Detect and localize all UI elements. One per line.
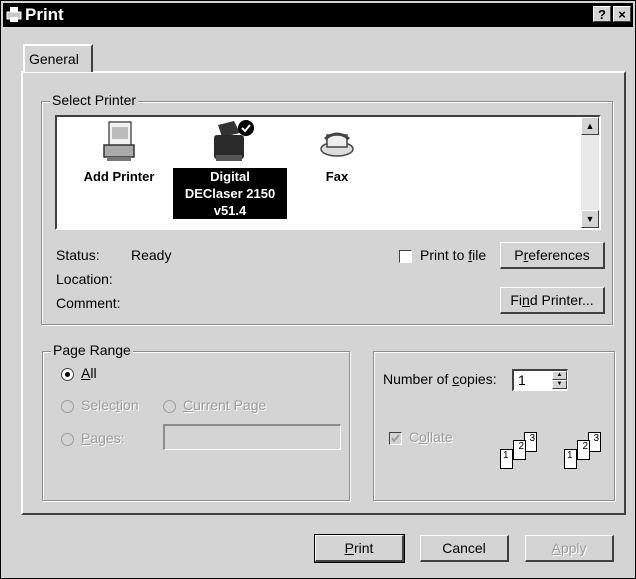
selection-radio[interactable] <box>61 400 74 413</box>
checkmark-icon <box>391 434 400 443</box>
cancel-button[interactable]: Cancel <box>420 535 509 562</box>
selection-radio-label[interactable]: Selection <box>81 397 139 413</box>
title-bar[interactable]: Print ? × <box>3 3 633 27</box>
print-to-file-label[interactable]: Print to file <box>420 247 486 263</box>
number-of-copies-label: Number of copies: <box>383 371 497 387</box>
status-label: Status: <box>56 247 100 263</box>
print-to-file-checkbox[interactable] <box>399 250 412 263</box>
printer-name: Fax <box>325 169 349 184</box>
printer-list[interactable]: Add Printer Digital DEClaser 2150 v51.4 … <box>55 115 601 230</box>
close-button[interactable]: × <box>613 6 631 22</box>
all-radio[interactable] <box>61 368 74 381</box>
all-radio-label[interactable]: All <box>81 365 97 381</box>
sheet: 1 <box>500 449 513 469</box>
copies-value[interactable]: 1 <box>518 372 526 388</box>
printer-name-line-2: DEClaser 2150 <box>173 185 287 202</box>
status-value: Ready <box>131 247 172 263</box>
apply-button[interactable]: Apply <box>525 535 614 562</box>
pages-radio-label[interactable]: Pages: <box>81 430 125 446</box>
scroll-up-button[interactable]: ▲ <box>581 117 599 135</box>
tab-general-label: General <box>29 51 79 67</box>
printer-item-fax[interactable]: Fax <box>307 119 367 185</box>
current-page-radio-label[interactable]: Current Page <box>183 397 266 413</box>
scroll-down-button[interactable]: ▼ <box>581 210 599 228</box>
laser-printer-icon <box>214 120 254 161</box>
printer-icon <box>6 7 22 22</box>
copies-spinner[interactable]: 1 ▲ ▼ <box>512 369 568 391</box>
tab-general[interactable]: General <box>23 44 93 72</box>
page-range-legend: Page Range <box>51 342 133 358</box>
pages-radio[interactable] <box>61 433 74 446</box>
current-page-radio[interactable] <box>163 400 176 413</box>
spin-up-button[interactable]: ▲ <box>552 371 567 380</box>
sheet: 2 <box>513 440 526 460</box>
find-printer-button[interactable]: Find Printer... <box>500 287 605 314</box>
printer-name-line-3: v51.4 <box>173 202 287 219</box>
sheet: 1 <box>564 449 577 469</box>
preferences-button[interactable]: Preferences <box>500 242 605 269</box>
pages-input[interactable] <box>163 424 341 450</box>
printer-list-scrollbar[interactable]: ▲ ▼ <box>581 117 599 228</box>
print-dialog: Print ? × General Select Printer Add Pri… <box>0 0 636 579</box>
print-button[interactable]: Print <box>314 534 405 563</box>
printer-name: Add Printer <box>83 169 155 184</box>
location-label: Location: <box>56 271 113 287</box>
comment-label: Comment: <box>56 295 121 311</box>
help-button[interactable]: ? <box>593 6 611 22</box>
spin-down-button[interactable]: ▼ <box>552 380 567 389</box>
printer-item-add-printer[interactable]: Add Printer <box>71 119 167 185</box>
fax-icon <box>320 132 354 157</box>
printer-name-line-1: Digital <box>173 168 287 185</box>
collate-checkbox[interactable] <box>389 432 402 445</box>
select-printer-legend: Select Printer <box>50 92 139 108</box>
printer-item-declaser[interactable]: Digital DEClaser 2150 v51.4 <box>173 119 287 219</box>
window-title: Print <box>25 5 64 24</box>
sheet: 2 <box>577 440 590 460</box>
add-printer-icon <box>103 121 135 161</box>
collate-label[interactable]: Collate <box>409 429 453 445</box>
